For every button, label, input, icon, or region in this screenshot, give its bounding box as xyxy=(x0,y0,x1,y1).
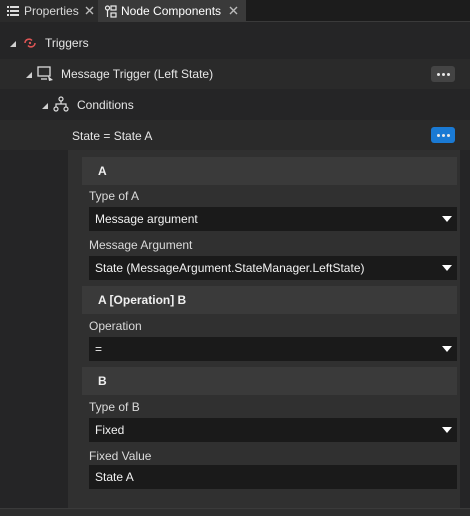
section-header-a[interactable]: A xyxy=(82,157,457,185)
expand-caret-icon[interactable] xyxy=(9,40,17,48)
dropdown-arrow-icon xyxy=(442,427,452,433)
condition-item[interactable]: State = State A xyxy=(0,120,470,150)
fixed-value-label: Fixed Value xyxy=(89,449,152,463)
fixed-value-input[interactable]: State A xyxy=(89,465,457,489)
dot-icon xyxy=(436,133,440,137)
tree-item-message-trigger[interactable]: Message Trigger (Left State) xyxy=(0,59,470,89)
close-icon[interactable] xyxy=(228,5,239,16)
dropdown-value: Fixed xyxy=(95,423,125,437)
operation-dropdown[interactable]: = xyxy=(89,337,457,361)
type-of-b-dropdown[interactable]: Fixed xyxy=(89,418,457,442)
list-icon xyxy=(6,4,20,18)
dot-icon xyxy=(436,72,440,76)
expand-caret-icon[interactable] xyxy=(41,102,49,110)
more-options-button[interactable] xyxy=(431,127,455,143)
node-components-icon xyxy=(103,4,117,18)
trigger-icon xyxy=(22,35,38,51)
dropdown-value: Message argument xyxy=(95,212,198,226)
conditions-hierarchy-icon xyxy=(53,96,69,112)
tree-item-conditions[interactable]: Conditions xyxy=(0,90,470,120)
dropdown-arrow-icon xyxy=(442,346,452,352)
message-argument-label: Message Argument xyxy=(89,238,193,252)
tree-item-triggers[interactable]: Triggers xyxy=(0,28,470,58)
tab-bar: Properties Node Components xyxy=(0,0,470,22)
message-trigger-icon xyxy=(37,65,53,81)
input-value: State A xyxy=(95,470,134,484)
expand-caret-icon[interactable] xyxy=(25,71,33,79)
dropdown-arrow-icon xyxy=(442,265,452,271)
dropdown-arrow-icon xyxy=(442,216,452,222)
type-of-a-label: Type of A xyxy=(89,189,140,203)
dot-icon xyxy=(441,133,445,137)
condition-title: State = State A xyxy=(72,129,153,143)
tree-item-label: Conditions xyxy=(77,98,134,112)
dropdown-value: State (MessageArgument.StateManager.Left… xyxy=(95,261,365,275)
tree-item-label: Message Trigger (Left State) xyxy=(61,67,214,81)
type-of-a-dropdown[interactable]: Message argument xyxy=(89,207,457,231)
more-options-button[interactable] xyxy=(431,66,455,82)
tab-node-components-label: Node Components xyxy=(121,4,222,18)
dot-icon xyxy=(441,72,445,76)
dropdown-value: = xyxy=(95,342,103,356)
dot-icon xyxy=(446,72,450,76)
operation-label: Operation xyxy=(89,319,142,333)
close-icon[interactable] xyxy=(84,5,95,16)
tab-properties[interactable]: Properties xyxy=(0,0,98,22)
type-of-b-label: Type of B xyxy=(89,400,140,414)
tab-node-components[interactable]: Node Components xyxy=(98,0,246,22)
message-argument-dropdown[interactable]: State (MessageArgument.StateManager.Left… xyxy=(89,256,457,280)
tree-item-label: Triggers xyxy=(45,36,89,50)
tab-properties-label: Properties xyxy=(24,4,79,18)
section-header-b[interactable]: B xyxy=(82,367,457,395)
dot-icon xyxy=(446,133,450,137)
section-header-operation[interactable]: A [Operation] B xyxy=(82,286,457,314)
panel-bottom-edge xyxy=(0,508,470,516)
